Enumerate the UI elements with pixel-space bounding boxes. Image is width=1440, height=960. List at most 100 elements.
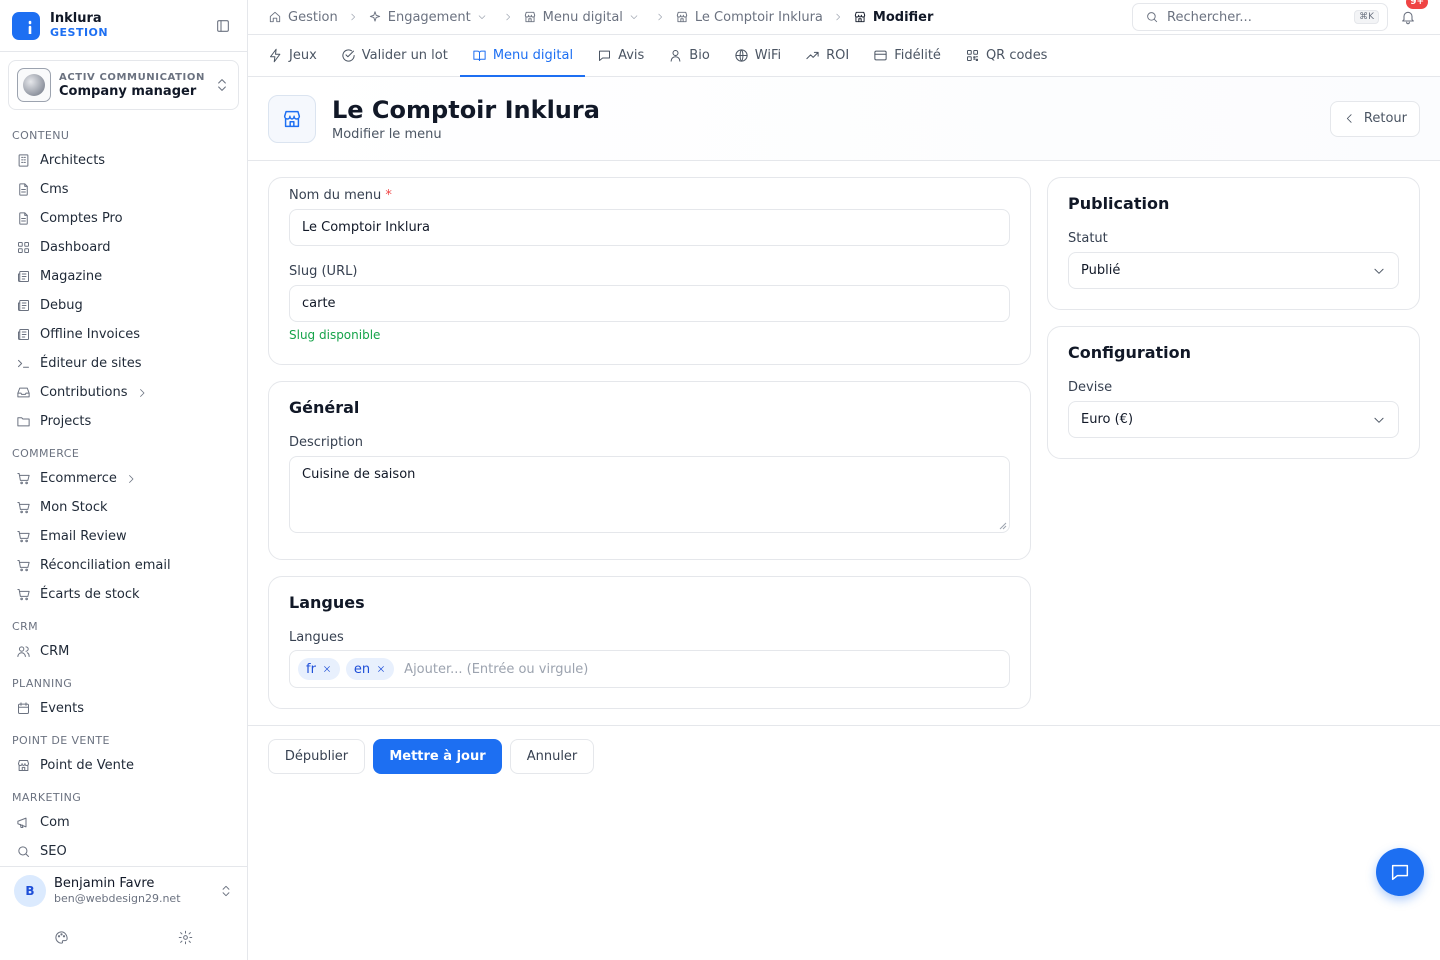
nav-section-title: MARKETING — [12, 791, 82, 804]
cancel-button[interactable]: Annuler — [510, 739, 594, 774]
sidebar-toggle-icon[interactable] — [211, 14, 235, 38]
back-button[interactable]: Retour — [1329, 100, 1420, 137]
slug-label: Slug (URL) — [289, 264, 358, 279]
tab-label: ROI — [826, 48, 850, 63]
message-icon — [597, 48, 612, 63]
sidebar-item-label: Offline Invoices — [40, 327, 141, 342]
tab-avis[interactable]: Avis — [585, 35, 656, 76]
sidebar-item-label: Events — [40, 701, 85, 716]
globe-icon — [734, 48, 749, 63]
chevrons-up-down-icon — [214, 77, 230, 93]
sidebar-item-events[interactable]: Events — [0, 694, 247, 723]
back-button-label: Retour — [1363, 111, 1407, 126]
sidebar-item-label: Mon Stock — [40, 500, 108, 515]
breadcrumb-menu-digital[interactable]: Menu digital — [523, 10, 645, 25]
grid-icon — [16, 240, 31, 255]
sidebar-item-magazine[interactable]: Magazine — [0, 262, 247, 291]
search-input[interactable] — [1167, 9, 1355, 25]
tab-qr-codes[interactable]: QR codes — [953, 35, 1060, 76]
org-name: ACTIV COMMUNICATION — [59, 72, 205, 83]
search-icon — [1145, 10, 1159, 24]
home-icon — [268, 10, 282, 24]
card-icon — [873, 48, 888, 63]
sidebar-item-comptes-pro[interactable]: Comptes Pro — [0, 204, 247, 233]
brand-logo-icon[interactable] — [12, 11, 40, 40]
sidebar: Inklura GESTION ACTIV COMMUNICATION Comp… — [0, 0, 248, 960]
cart-icon — [16, 587, 31, 602]
description-label: Description — [289, 435, 364, 450]
sidebar-item-seo[interactable]: SEO — [0, 837, 247, 866]
user-menu[interactable]: B Benjamin Favre ben@webdesign29.net — [0, 866, 247, 914]
tab-roi[interactable]: ROI — [793, 35, 861, 76]
status-select[interactable]: Publié — [1068, 252, 1399, 289]
sidebar-item-label: Debug — [40, 298, 83, 313]
notifications-button[interactable]: 9+ — [1396, 0, 1428, 29]
breadcrumb-le-comptoir[interactable]: Le Comptoir Inklura — [675, 10, 823, 25]
menu-name-input[interactable]: Le Comptoir Inklura — [289, 209, 1010, 246]
required-mark: * — [385, 188, 392, 203]
search-box[interactable]: ⌘K — [1132, 3, 1388, 31]
currency-select[interactable]: Euro (€) — [1068, 401, 1399, 438]
cart-icon — [16, 471, 31, 486]
sidebar-item-contributions[interactable]: Contributions — [0, 378, 247, 407]
sidebar-item-architects[interactable]: Architects — [0, 146, 247, 175]
update-button[interactable]: Mettre à jour — [373, 739, 502, 774]
sidebar-item-mon-stock[interactable]: Mon Stock — [0, 493, 247, 522]
nav-section-title: CRM — [12, 620, 39, 633]
tab-menu-digital[interactable]: Menu digital — [459, 35, 586, 77]
chat-button[interactable] — [1376, 848, 1424, 896]
sidebar-item-email-review[interactable]: Email Review — [0, 522, 247, 551]
sidebar-item-debug[interactable]: Debug — [0, 291, 247, 320]
tab-jeux[interactable]: Jeux — [256, 35, 329, 76]
resize-handle-icon[interactable] — [999, 522, 1007, 530]
description-value: Cuisine de saison — [302, 467, 416, 482]
sidebar-item-point-de-vente[interactable]: Point de Vente — [0, 751, 247, 780]
sidebar-item-label: Com — [40, 815, 70, 830]
configuration-title: Configuration — [1068, 343, 1192, 362]
organization-switcher[interactable]: ACTIV COMMUNICATION Company manager — [8, 60, 239, 110]
inbox-icon — [16, 385, 31, 400]
chevrons-up-down-icon — [219, 884, 233, 898]
tab-valider-un-lot[interactable]: Valider un lot — [329, 35, 460, 76]
tab-fidelite[interactable]: Fidélité — [861, 35, 953, 76]
sidebar-item-offline-invoices[interactable]: Offline Invoices — [0, 320, 247, 349]
configuration-card: Configuration Devise Euro (€) — [1047, 326, 1420, 459]
brand-name: Inklura — [50, 10, 102, 26]
description-textarea[interactable]: Cuisine de saison — [289, 456, 1010, 533]
sidebar-item-ecommerce[interactable]: Ecommerce — [0, 464, 247, 493]
general-card: Général Description Cuisine de saison — [268, 381, 1031, 560]
palette-icon[interactable] — [54, 930, 69, 945]
sidebar-item-ecarts-de-stock[interactable]: Écarts de stock — [0, 580, 247, 609]
chevron-right-icon — [655, 12, 665, 22]
qr-icon — [965, 48, 980, 63]
sidebar-item-editeur-de-sites[interactable]: Éditeur de sites — [0, 349, 247, 378]
status-value: Publié — [1081, 263, 1121, 278]
calendar-icon — [16, 701, 31, 716]
close-icon[interactable] — [376, 664, 386, 674]
tab-wifi[interactable]: WiFi — [722, 35, 793, 76]
sidebar-item-cms[interactable]: Cms — [0, 175, 247, 204]
gear-icon[interactable] — [178, 930, 193, 945]
slug-input[interactable]: carte — [289, 285, 1010, 322]
close-icon[interactable] — [322, 664, 332, 674]
languages-tag-input[interactable]: fr en Ajouter... (Entrée ou virgule) — [289, 650, 1010, 688]
sidebar-item-crm[interactable]: CRM — [0, 637, 247, 666]
nav-section-point-de-vente: POINT DE VENTE Point de Vente — [0, 723, 247, 780]
newspaper-icon — [16, 298, 31, 313]
breadcrumb-gestion[interactable]: Gestion — [268, 10, 338, 25]
sidebar-item-dashboard[interactable]: Dashboard — [0, 233, 247, 262]
breadcrumb-engagement[interactable]: Engagement — [368, 10, 493, 25]
tab-bio[interactable]: Bio — [656, 35, 721, 76]
user-email: ben@webdesign29.net — [54, 891, 181, 905]
breadcrumb-label: Gestion — [288, 9, 338, 25]
nav-section-title: POINT DE VENTE — [12, 734, 110, 747]
sparkle-icon — [368, 10, 382, 24]
status-label: Statut — [1068, 231, 1108, 246]
sidebar-item-label: Projects — [40, 414, 92, 429]
sidebar-item-projects[interactable]: Projects — [0, 407, 247, 436]
unpublish-button[interactable]: Dépublier — [268, 739, 365, 774]
sidebar-item-com[interactable]: Com — [0, 808, 247, 837]
language-add-input[interactable]: Ajouter... (Entrée ou virgule) — [404, 662, 588, 677]
bolt-icon — [268, 48, 283, 63]
sidebar-item-reconciliation-email[interactable]: Réconciliation email — [0, 551, 247, 580]
